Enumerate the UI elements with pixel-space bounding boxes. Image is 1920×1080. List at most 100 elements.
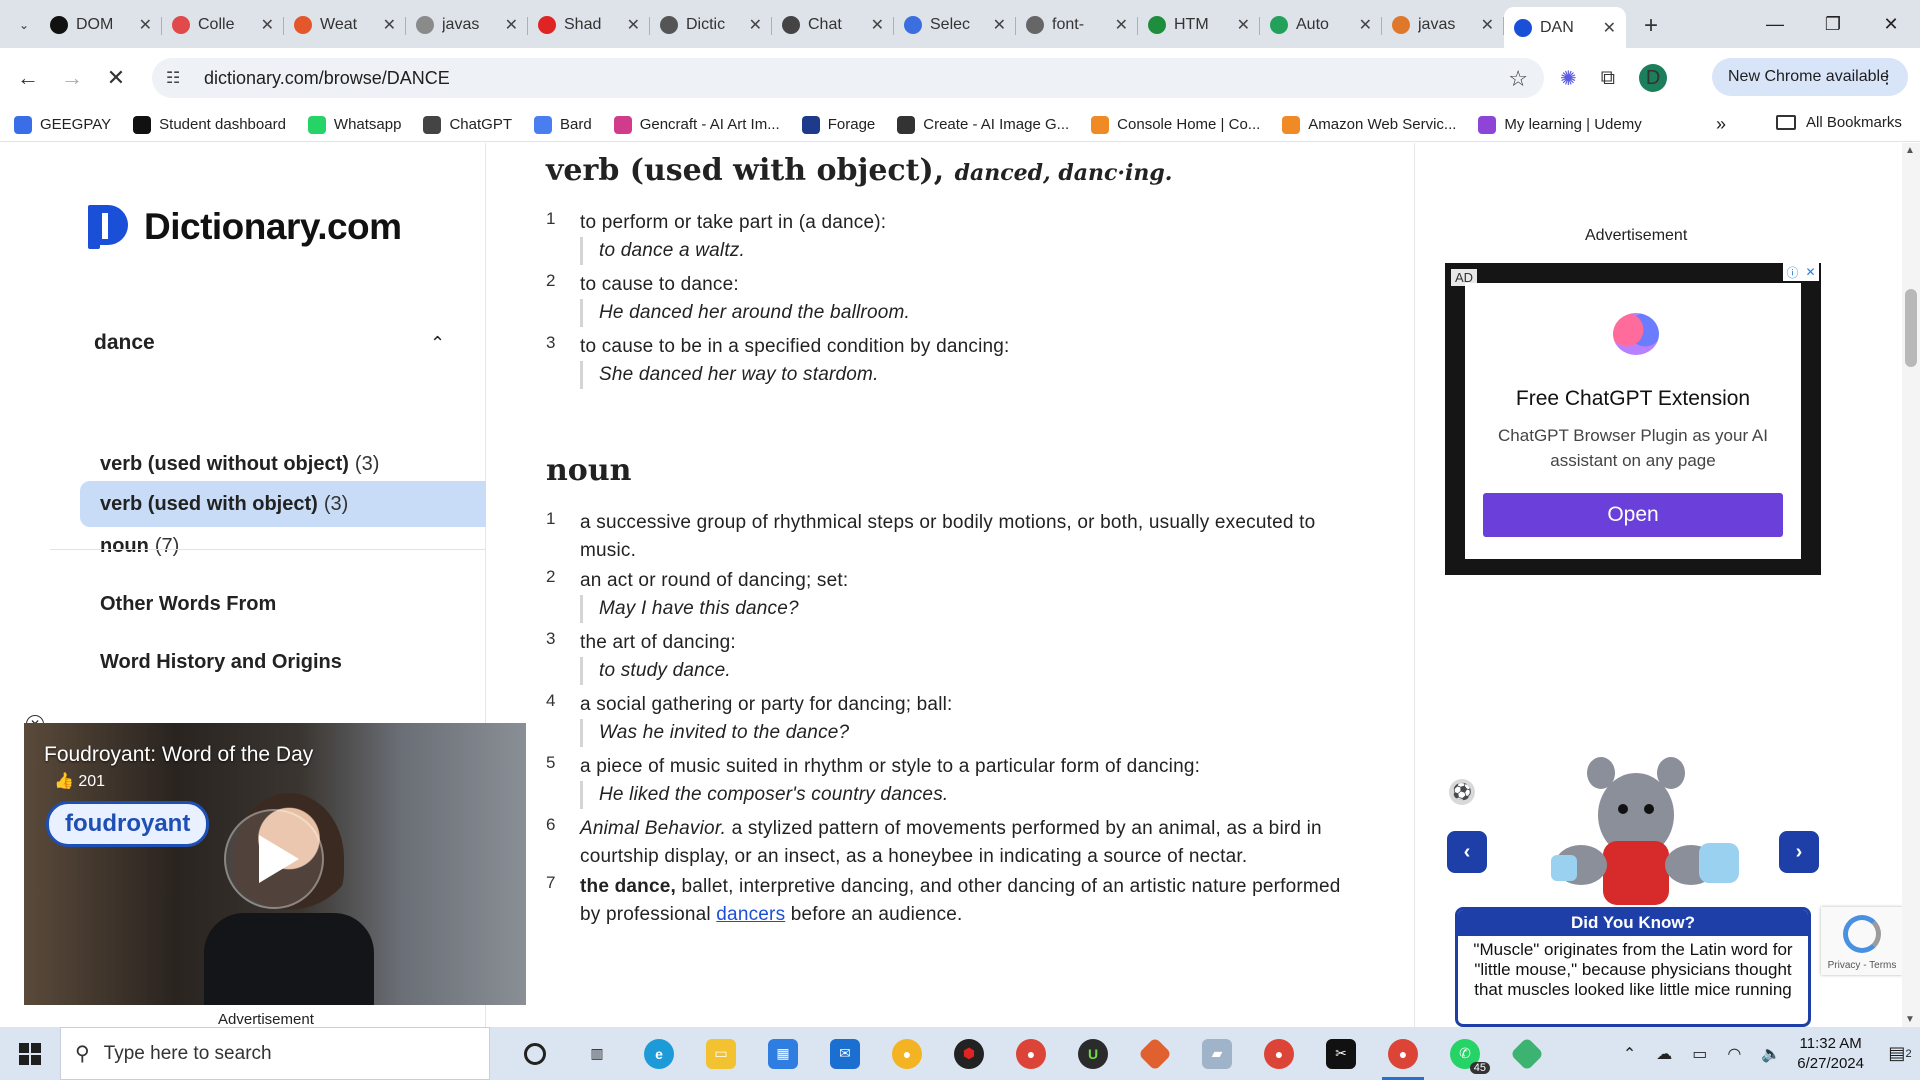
whatsapp-taskbar-icon[interactable]: ✆ 45	[1434, 1027, 1496, 1080]
chrome-active-icon[interactable]: ●	[1372, 1027, 1434, 1080]
cortana-icon[interactable]	[504, 1027, 566, 1080]
definition-link-dancers[interactable]: dancers	[716, 904, 785, 925]
taskbar-clock[interactable]: 11:32 AM 6/27/2024	[1797, 1034, 1864, 1074]
chrome-profile-icon[interactable]: ●	[1248, 1027, 1310, 1080]
browser-tab[interactable]: javas ✕	[406, 7, 528, 43]
bookmark-item[interactable]: Forage	[801, 115, 875, 134]
profile-avatar[interactable]: D	[1639, 64, 1668, 92]
page-scrollbar[interactable]: ▲ ▼	[1902, 143, 1920, 1027]
video-player[interactable]: Foudroyant: Word of the Day 👍 201 foudro…	[24, 723, 526, 1005]
bookmark-item[interactable]: Bard	[534, 115, 592, 134]
file-explorer-icon[interactable]: ▭	[690, 1027, 752, 1080]
browser-tab[interactable]: font- ✕	[1016, 7, 1138, 43]
sidebar-item-noun[interactable]: noun (7)	[80, 523, 486, 569]
scrollbar-thumb[interactable]	[1905, 289, 1917, 367]
site-info-icon[interactable]: ☷	[166, 68, 194, 88]
carousel-next-button[interactable]: ›	[1779, 831, 1819, 873]
gitkraken-icon[interactable]	[1496, 1027, 1558, 1080]
browser-tab[interactable]: Shad ✕	[528, 7, 650, 43]
minimize-button[interactable]: —	[1746, 0, 1804, 48]
browser-tab[interactable]: Dictic ✕	[650, 7, 772, 43]
browser-tab[interactable]: Colle ✕	[162, 7, 284, 43]
bookmark-item[interactable]: Student dashboard	[133, 115, 286, 134]
ad-banner[interactable]: AD ⓘ ✕ Free ChatGPT Extension ChatGPT Bro…	[1445, 263, 1821, 575]
back-button[interactable]: ←	[12, 62, 44, 94]
tab-search-button[interactable]: ⌄	[10, 12, 38, 38]
sidebar-link-other-words[interactable]: Other Words From	[100, 593, 276, 616]
recaptcha-badge[interactable]: Privacy - Terms	[1821, 907, 1903, 975]
notes-app-icon[interactable]: ▰	[1186, 1027, 1248, 1080]
tab-close-icon[interactable]: ✕	[749, 15, 762, 35]
sidebar-item-verb-transitive[interactable]: verb (used with object) (3)	[80, 481, 486, 527]
chrome-icon[interactable]: ●	[1000, 1027, 1062, 1080]
stop-loading-button[interactable]: ✕	[100, 62, 132, 94]
close-window-button[interactable]: ✕	[1862, 0, 1920, 48]
bookmarks-overflow-icon[interactable]: »	[1716, 114, 1726, 135]
store-icon[interactable]: ▦	[752, 1027, 814, 1080]
capcut-icon[interactable]: ✂	[1310, 1027, 1372, 1080]
restore-button[interactable]: ❐	[1804, 0, 1862, 48]
scroll-up-icon[interactable]: ▲	[1905, 145, 1915, 156]
scroll-down-icon[interactable]: ▼	[1905, 1014, 1915, 1025]
tray-chevron-icon[interactable]: ⌃	[1623, 1044, 1636, 1064]
bookmark-item[interactable]: Console Home | Co...	[1091, 115, 1260, 134]
browser-tab[interactable]: Selec ✕	[894, 7, 1016, 43]
tab-close-icon[interactable]: ✕	[1603, 18, 1616, 38]
tab-close-icon[interactable]: ✕	[1359, 15, 1372, 35]
recaptcha-text[interactable]: Privacy - Terms	[1821, 960, 1903, 971]
bookmark-item[interactable]: My learning | Udemy	[1478, 115, 1642, 134]
security-app-icon[interactable]: ⬢	[938, 1027, 1000, 1080]
chrome-menu-icon[interactable]: ⋮	[1878, 67, 1896, 88]
browser-tab[interactable]: Auto ✕	[1260, 7, 1382, 43]
volume-icon[interactable]: 🔈	[1761, 1044, 1781, 1064]
notification-center-icon[interactable]: ▤ 2	[1880, 1043, 1920, 1064]
all-bookmarks-button[interactable]: All Bookmarks	[1776, 114, 1902, 131]
browser-tab[interactable]: javas ✕	[1382, 7, 1504, 43]
browser-tab[interactable]: Chat ✕	[772, 7, 894, 43]
tab-close-icon[interactable]: ✕	[139, 15, 152, 35]
chevron-up-icon[interactable]: ⌃	[430, 333, 445, 354]
new-chrome-available-button[interactable]: New Chrome available ⋮	[1712, 58, 1908, 96]
bookmark-item[interactable]: Amazon Web Servic...	[1282, 115, 1456, 134]
ad-open-button[interactable]: Open	[1483, 493, 1783, 537]
extension-icon[interactable]: ✺	[1560, 66, 1577, 91]
tab-close-icon[interactable]: ✕	[871, 15, 884, 35]
browser-tab[interactable]: DAN ✕	[1504, 7, 1626, 48]
play-button[interactable]	[224, 809, 324, 909]
browser-tab[interactable]: Weat ✕	[284, 7, 406, 43]
taskbar-search[interactable]: ⚲ Type here to search	[60, 1027, 490, 1080]
bookmark-item[interactable]: Whatsapp	[307, 115, 401, 134]
browser-tab[interactable]: DOM ✕	[40, 7, 162, 43]
sidebar-link-word-history[interactable]: Word History and Origins	[100, 651, 342, 674]
tab-close-icon[interactable]: ✕	[383, 15, 396, 35]
tab-close-icon[interactable]: ✕	[993, 15, 1006, 35]
tab-close-icon[interactable]: ✕	[1237, 15, 1250, 35]
upwork-icon[interactable]: U	[1062, 1027, 1124, 1080]
carousel-prev-button[interactable]: ‹	[1447, 831, 1487, 873]
battery-icon[interactable]: ▭	[1692, 1044, 1707, 1064]
bookmark-star-icon[interactable]: ☆	[1508, 66, 1528, 92]
tab-close-icon[interactable]: ✕	[261, 15, 274, 35]
did-you-know-card[interactable]: Did You Know? "Muscle" originates from t…	[1455, 907, 1811, 1027]
site-logo[interactable]: Dictionary.com	[88, 205, 402, 249]
address-bar[interactable]: ☷ dictionary.com/browse/DANCE ☆	[152, 58, 1544, 98]
bookmark-item[interactable]: Create - AI Image G...	[897, 115, 1069, 134]
ad-close-icon[interactable]: ⓘ ✕	[1783, 263, 1819, 281]
onedrive-icon[interactable]: ☁	[1656, 1044, 1672, 1064]
extensions-puzzle-icon[interactable]: ⧉	[1601, 67, 1615, 90]
start-button[interactable]	[0, 1027, 60, 1080]
browser-tab[interactable]: HTM ✕	[1138, 7, 1260, 43]
wifi-icon[interactable]: ◠	[1727, 1044, 1741, 1064]
edge-icon[interactable]: e	[628, 1027, 690, 1080]
tab-close-icon[interactable]: ✕	[1115, 15, 1128, 35]
task-view-icon[interactable]: ▥	[566, 1027, 628, 1080]
bookmark-item[interactable]: GEEGPAY	[14, 115, 111, 134]
forward-button[interactable]: →	[56, 62, 88, 94]
git-app-icon[interactable]	[1124, 1027, 1186, 1080]
ad-card[interactable]: Free ChatGPT Extension ChatGPT Browser P…	[1465, 283, 1801, 559]
mail-icon[interactable]: ✉	[814, 1027, 876, 1080]
new-tab-button[interactable]: +	[1634, 9, 1668, 43]
tab-close-icon[interactable]: ✕	[627, 15, 640, 35]
sidebar-section-title[interactable]: dance	[94, 331, 155, 355]
chrome-canary-icon[interactable]: ●	[876, 1027, 938, 1080]
